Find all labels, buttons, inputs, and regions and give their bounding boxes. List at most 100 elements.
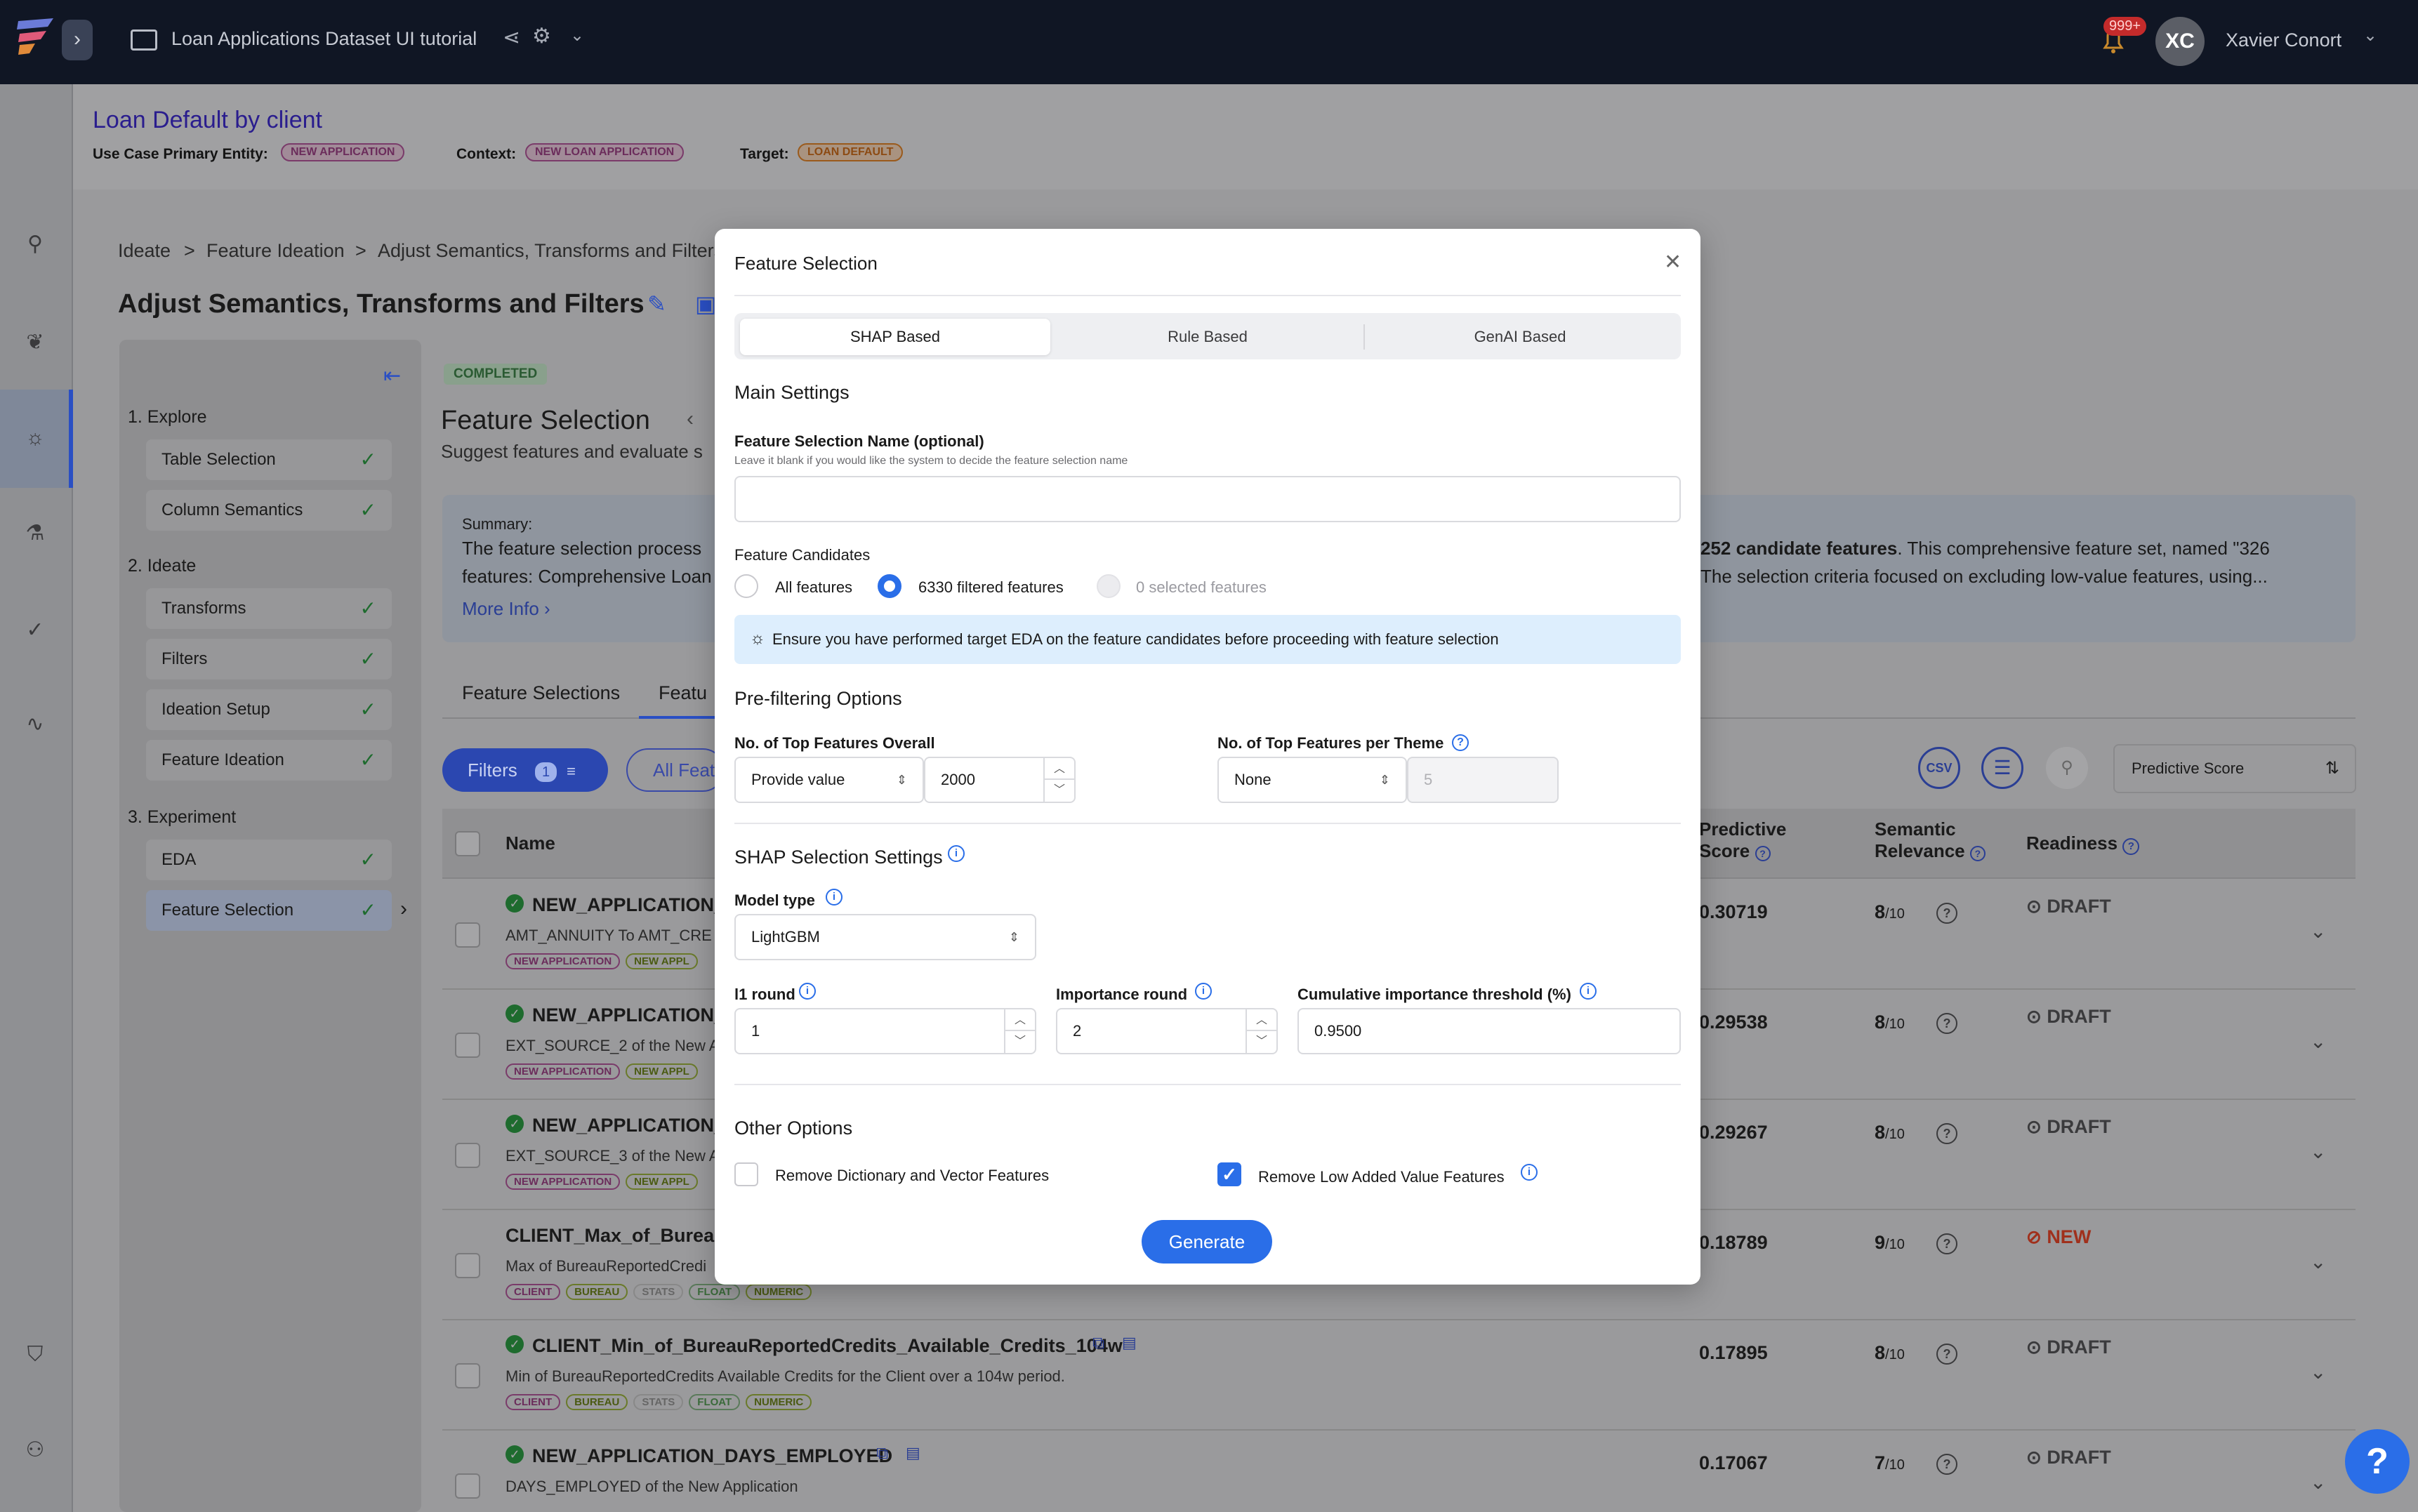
dataset-title[interactable]: Loan Applications Dataset UI tutorial — [171, 28, 477, 50]
copy-icon[interactable]: ⧉ — [876, 1444, 888, 1464]
tab-genai-based[interactable]: GenAI Based — [1365, 319, 1675, 355]
info-icon[interactable]: i — [1521, 1164, 1538, 1181]
column-readiness[interactable]: Readiness ? — [2026, 833, 2140, 855]
check-icon[interactable]: ✓ — [21, 616, 49, 644]
pulse-icon[interactable]: ∿ — [21, 710, 49, 738]
avatar[interactable]: XC — [2155, 17, 2205, 66]
row-checkbox[interactable] — [455, 1473, 480, 1499]
collapse-panel-icon[interactable]: ⇤ — [383, 364, 401, 388]
all-features-radio[interactable] — [734, 574, 758, 598]
step-feature-ideation[interactable]: Feature Ideation ✓ — [146, 740, 392, 781]
feature-name[interactable]: NEW_APPLICATION_A — [532, 894, 739, 916]
remove-low-value-checkbox[interactable]: ✓ — [1217, 1162, 1241, 1186]
all-features-button[interactable]: All Feat — [626, 748, 725, 792]
id-icon[interactable]: ▤ — [1122, 1334, 1137, 1352]
info-icon[interactable]: i — [826, 889, 843, 906]
top-overall-stepper[interactable]: ︿ ﹀ — [1043, 758, 1074, 802]
id-icon[interactable]: ▤ — [906, 1444, 920, 1462]
help-icon[interactable]: ? — [2122, 838, 2140, 855]
expand-row-chevron-icon[interactable]: ⌄ — [2310, 1140, 2326, 1163]
importance-round-input[interactable]: 2 — [1056, 1008, 1278, 1054]
filtered-features-radio[interactable] — [878, 574, 901, 598]
search-icon[interactable]: ⚲ — [2046, 747, 2088, 789]
info-icon[interactable]: i — [799, 983, 816, 1000]
user-settings-icon[interactable]: ⚇ — [21, 1436, 49, 1464]
step-transforms[interactable]: Transforms ✓ — [146, 588, 392, 629]
breadcrumb-item-feature-ideation[interactable]: Feature Ideation — [206, 240, 345, 262]
more-info-link[interactable]: More Info › — [462, 598, 550, 620]
top-overall-mode-select[interactable]: Provide value ⇕ — [734, 757, 924, 803]
importance-round-stepper[interactable]: ︿ ﹀ — [1246, 1009, 1276, 1053]
table-row[interactable]: ✓ CLIENT_Min_of_BureauReportedCredits_Av… — [442, 1321, 2356, 1431]
step-feature-selection[interactable]: Feature Selection ✓ — [146, 890, 392, 931]
tab-feature-selections[interactable]: Feature Selections — [462, 682, 620, 704]
info-icon[interactable]: i — [1580, 983, 1597, 1000]
csv-export-icon[interactable]: CSV — [1918, 747, 1960, 789]
step-column-semantics[interactable]: Column Semantics ✓ — [146, 490, 392, 531]
row-checkbox[interactable] — [455, 1363, 480, 1388]
help-button[interactable]: ? — [2345, 1429, 2410, 1494]
help-icon[interactable]: ? — [1936, 1454, 1957, 1475]
breadcrumb-item-ideate[interactable]: Ideate — [118, 240, 171, 262]
clipboard-icon[interactable]: ▣ — [695, 291, 716, 317]
help-icon[interactable]: ? — [1936, 1344, 1957, 1365]
user-name[interactable]: Xavier Conort — [2226, 29, 2341, 51]
expand-row-chevron-icon[interactable]: ⌄ — [2310, 1030, 2326, 1053]
generate-button[interactable]: Generate — [1142, 1220, 1272, 1264]
row-checkbox[interactable] — [455, 922, 480, 948]
primary-entity-pill[interactable]: NEW APPLICATION — [281, 143, 405, 161]
user-menu-chevron-icon[interactable]: ⌄ — [2363, 25, 2377, 46]
l1-round-input[interactable]: 1 — [734, 1008, 1036, 1054]
lightbulb-icon[interactable]: ☼ — [21, 424, 49, 452]
feature-name[interactable]: NEW_APPLICATION_DAYS_EMPLOYED — [532, 1445, 892, 1467]
feature-name[interactable]: NEW_APPLICATION_E — [532, 1004, 737, 1026]
expand-row-chevron-icon[interactable]: ⌄ — [2310, 1360, 2326, 1384]
row-checkbox[interactable] — [455, 1143, 480, 1168]
feature-selection-name-input[interactable] — [734, 476, 1681, 522]
edit-icon[interactable]: ✎ — [647, 291, 666, 317]
model-type-select[interactable]: LightGBM ⇕ — [734, 914, 1036, 960]
help-icon[interactable]: ? — [1936, 1013, 1957, 1034]
sort-select[interactable]: Predictive Score ⇅ — [2113, 744, 2356, 793]
feature-name[interactable]: NEW_APPLICATION_E — [532, 1115, 737, 1136]
chevron-down-icon[interactable]: ⌄ — [570, 25, 584, 46]
help-icon[interactable]: ? — [1452, 734, 1469, 751]
target-pill[interactable]: LOAN DEFAULT — [798, 143, 904, 161]
row-checkbox[interactable] — [455, 1033, 480, 1058]
table-row[interactable]: ✓ NEW_APPLICATION_DAYS_EMPLOYED ⧉ ▤ DAYS_… — [442, 1431, 2356, 1512]
column-semantic-relevance[interactable]: Semantic Relevance ? — [1875, 818, 1986, 862]
expand-row-chevron-icon[interactable]: ⌄ — [2310, 920, 2326, 943]
step-table-selection[interactable]: Table Selection ✓ — [146, 439, 392, 480]
step-filters[interactable]: Filters ✓ — [146, 639, 392, 679]
app-logo-icon[interactable] — [15, 15, 56, 56]
expand-row-chevron-icon[interactable]: ⌄ — [2310, 1471, 2326, 1494]
help-icon[interactable]: ? — [1755, 846, 1771, 861]
tab-shap-based[interactable]: SHAP Based — [740, 319, 1050, 355]
feature-name[interactable]: CLIENT_Min_of_BureauReportedCredits_Avai… — [532, 1335, 1123, 1357]
remove-dictionary-checkbox[interactable] — [734, 1162, 758, 1186]
close-icon[interactable]: ✕ — [1664, 250, 1682, 274]
info-icon[interactable]: i — [1195, 983, 1212, 1000]
help-icon[interactable]: ? — [1936, 1233, 1957, 1254]
gear-icon[interactable]: ⚙ — [532, 24, 551, 48]
info-icon[interactable]: i — [948, 845, 965, 862]
flask-icon[interactable]: ⚗ — [21, 519, 49, 548]
use-case-title[interactable]: Loan Default by client — [93, 107, 322, 134]
chevron-left-icon[interactable]: ‹ — [687, 407, 694, 431]
telescope-icon[interactable]: ⚲ — [21, 230, 49, 258]
tab-rule-based[interactable]: Rule Based — [1053, 319, 1362, 355]
feature-name[interactable]: CLIENT_Max_of_BureauR — [506, 1225, 739, 1247]
column-predictive-score[interactable]: Predictive Score ? — [1699, 818, 1786, 862]
help-icon[interactable]: ? — [1936, 903, 1957, 924]
shield-icon[interactable]: ⛉ — [21, 1341, 49, 1369]
sidebar-expand-chevron-icon[interactable]: › — [62, 20, 93, 60]
share-icon[interactable]: ⋖ — [503, 25, 520, 50]
l1-round-stepper[interactable]: ︿ ﹀ — [1004, 1009, 1035, 1053]
context-pill[interactable]: NEW LOAN APPLICATION — [525, 143, 685, 161]
filters-button[interactable]: Filters 1 ≡ — [442, 748, 608, 792]
step-eda[interactable]: EDA ✓ — [146, 840, 392, 880]
expand-row-chevron-icon[interactable]: ⌄ — [2310, 1250, 2326, 1273]
brain-icon[interactable]: ❦ — [21, 329, 49, 357]
top-theme-mode-select[interactable]: None ⇕ — [1217, 757, 1407, 803]
column-name[interactable]: Name — [506, 833, 555, 854]
